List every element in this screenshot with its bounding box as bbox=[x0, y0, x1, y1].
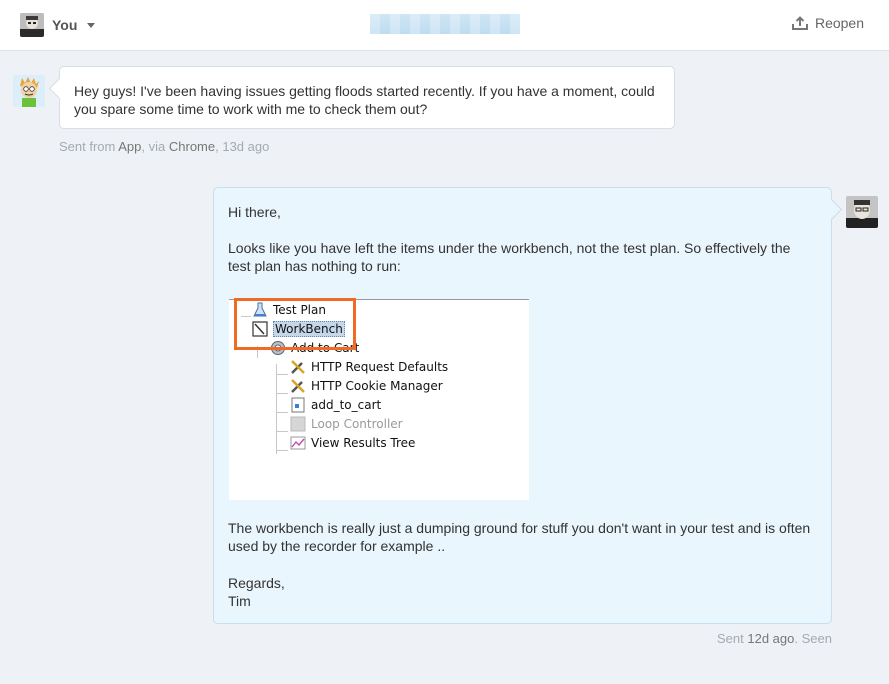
tree-line bbox=[276, 364, 277, 454]
meta-via: , via bbox=[141, 139, 166, 154]
reopen-label: Reopen bbox=[814, 15, 864, 31]
customer-message-meta: Sent from App, via Chrome, 13d ago bbox=[59, 139, 269, 154]
tree-item-view-results-tree[interactable]: View Results Tree bbox=[289, 433, 415, 452]
chart-icon bbox=[290, 436, 306, 449]
meta-time: , 13d ago bbox=[215, 139, 270, 154]
avatar bbox=[20, 13, 44, 37]
customer-message-text: Hey guys! I've been having issues gettin… bbox=[74, 83, 655, 117]
tree-line bbox=[276, 431, 288, 432]
annotation-highlight-box bbox=[234, 298, 356, 350]
reply-greeting: Hi there, bbox=[228, 204, 281, 220]
top-bar: You Reopen bbox=[0, 0, 889, 51]
reply-message-meta: Sent 12d ago. Seen bbox=[717, 631, 832, 646]
meta-seen: . Seen bbox=[794, 631, 832, 646]
conversation-title-redacted bbox=[370, 14, 520, 34]
user-name: You bbox=[52, 17, 78, 33]
reply-paragraph-1: Looks like you have left the items under… bbox=[228, 240, 791, 274]
controller-icon bbox=[290, 416, 306, 431]
tree-item-label: HTTP Cookie Manager bbox=[311, 378, 443, 393]
tree-item-http-cookie-manager[interactable]: HTTP Cookie Manager bbox=[289, 376, 443, 395]
reply-sign-regards: Regards, bbox=[228, 575, 285, 591]
user-menu[interactable]: You bbox=[20, 13, 96, 37]
agent-avatar bbox=[846, 196, 878, 228]
reply-sign-name: Tim bbox=[228, 593, 251, 609]
chevron-down-icon bbox=[87, 22, 96, 28]
tree-item-label: Loop Controller bbox=[311, 416, 403, 431]
embedded-screenshot[interactable]: Test Plan WorkBench Add to Cart HTTP Req… bbox=[229, 298, 529, 500]
wrench-icon bbox=[291, 378, 305, 393]
meta-time: 12d ago bbox=[747, 631, 795, 646]
reply-message-bubble: Hi there, Looks like you have left the i… bbox=[213, 187, 832, 624]
meta-sent: Sent bbox=[717, 631, 744, 646]
wrench-icon bbox=[291, 359, 305, 374]
tree-item-label: HTTP Request Defaults bbox=[311, 359, 449, 374]
sampler-icon bbox=[291, 397, 305, 412]
tree-item-add-to-cart-sampler[interactable]: add_to_cart bbox=[289, 395, 381, 414]
reply-paragraph-2: The workbench is really just a dumping g… bbox=[228, 520, 811, 554]
tree-item-http-request-defaults[interactable]: HTTP Request Defaults bbox=[289, 357, 448, 376]
customer-avatar bbox=[13, 75, 45, 107]
tree-item-label: add_to_cart bbox=[311, 397, 382, 412]
meta-browser: Chrome bbox=[168, 139, 216, 154]
meta-app: App bbox=[118, 139, 142, 154]
tree-line bbox=[276, 393, 288, 394]
tree-line bbox=[276, 450, 288, 451]
tree-line bbox=[276, 412, 288, 413]
customer-message-bubble: Hey guys! I've been having issues gettin… bbox=[59, 66, 675, 129]
tree-item-label: View Results Tree bbox=[311, 435, 416, 450]
meta-sent-from: Sent from bbox=[59, 139, 116, 154]
tree-item-loop-controller[interactable]: Loop Controller bbox=[289, 414, 403, 433]
reopen-button[interactable]: Reopen bbox=[791, 15, 864, 31]
tree-line bbox=[276, 374, 288, 375]
upload-icon bbox=[791, 15, 808, 30]
